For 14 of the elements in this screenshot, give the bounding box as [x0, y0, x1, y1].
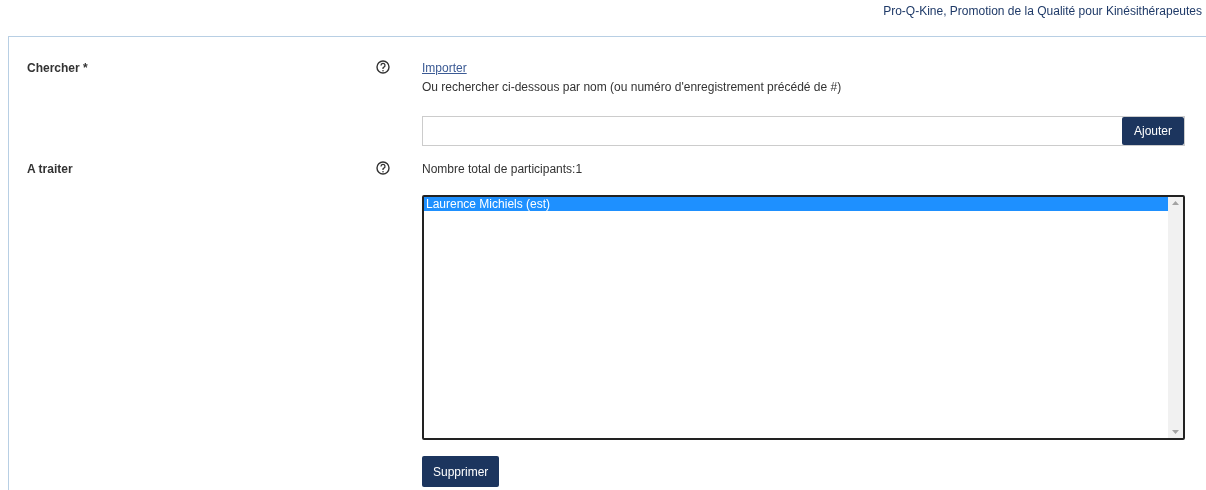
help-icon[interactable] — [376, 161, 390, 175]
search-label: Chercher * — [27, 61, 88, 75]
scroll-down-icon[interactable] — [1172, 430, 1179, 434]
help-icon[interactable] — [376, 60, 390, 74]
add-button[interactable]: Ajouter — [1121, 117, 1184, 145]
to-process-label: A traiter — [27, 162, 73, 176]
delete-button[interactable]: Supprimer — [422, 456, 500, 487]
scrollbar[interactable] — [1168, 197, 1183, 438]
scroll-up-icon[interactable] — [1172, 201, 1179, 205]
header-title: Pro-Q-Kine, Promotion de la Qualité pour Kinésithérapeutes — [883, 3, 1202, 20]
search-field[interactable]: Ajouter — [422, 116, 1185, 146]
import-link[interactable]: Importer — [422, 59, 467, 77]
participant-count: Nombre total de participants:1 — [422, 161, 584, 178]
search-hint: Ou rechercher ci-dessous par nom (ou numéro d'enregistrement précédé de #) — [422, 79, 843, 96]
